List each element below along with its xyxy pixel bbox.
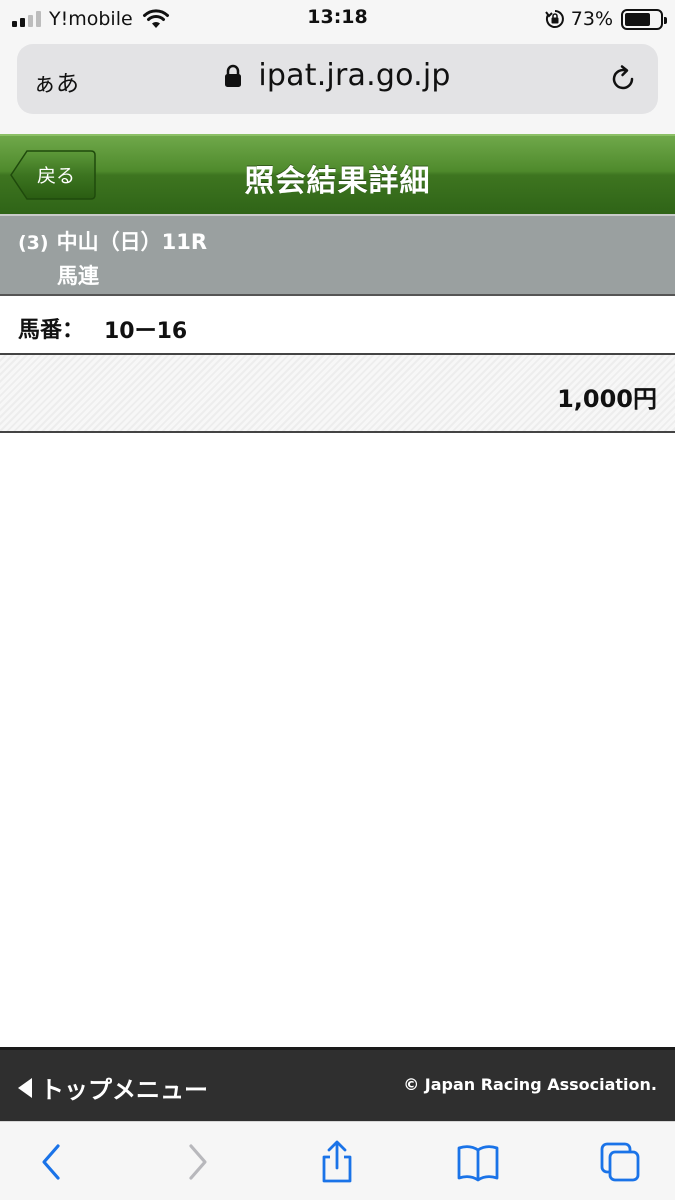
horse-number-row: 馬番： 10ー16 [0, 296, 675, 355]
lock-icon [225, 64, 242, 87]
top-menu-link[interactable]: トップメニュー [18, 1070, 208, 1105]
forward-icon[interactable] [175, 1140, 219, 1184]
status-bar: Y!mobile 13:18 73% [0, 0, 675, 38]
reload-icon[interactable] [608, 64, 638, 94]
race-name: 中山（日）11R [56, 230, 207, 254]
back-icon[interactable] [30, 1140, 74, 1184]
rotation-lock-icon [544, 10, 564, 28]
race-info: (3) 中山（日）11R 馬連 [0, 214, 675, 296]
triangle-left-icon [18, 1077, 32, 1098]
race-line: (3) 中山（日）11R [18, 226, 207, 256]
browser-toolbar [0, 1121, 675, 1200]
bet-type: 馬連 [57, 264, 99, 288]
browser-address-area: ぁあ ipat.jra.go.jp [0, 38, 675, 134]
tabs-icon[interactable] [598, 1140, 642, 1184]
address-bar[interactable]: ぁあ ipat.jra.go.jp [17, 44, 658, 114]
page-header: 戻る 照会結果詳細 [0, 134, 675, 214]
page-footer: トップメニュー © Japan Racing Association. [0, 1047, 675, 1121]
url-text: ipat.jra.go.jp [258, 58, 451, 93]
status-right: 73% [544, 6, 667, 32]
battery-icon [621, 8, 667, 30]
url-display[interactable]: ipat.jra.go.jp [17, 58, 658, 93]
share-icon[interactable] [315, 1140, 359, 1184]
page-title: 照会結果詳細 [244, 164, 431, 199]
amount-row: 1,000円 [0, 355, 675, 433]
bookmarks-icon[interactable] [456, 1140, 500, 1184]
race-number: (3) [18, 232, 49, 254]
bet-amount: 1,000円 [557, 385, 657, 413]
top-menu-label: トップメニュー [40, 1076, 208, 1104]
horse-number-label: 馬番： [18, 318, 85, 343]
horse-number-value: 10ー16 [104, 319, 188, 344]
battery-percent: 73% [570, 8, 613, 30]
copyright: © Japan Racing Association. [403, 1075, 657, 1094]
